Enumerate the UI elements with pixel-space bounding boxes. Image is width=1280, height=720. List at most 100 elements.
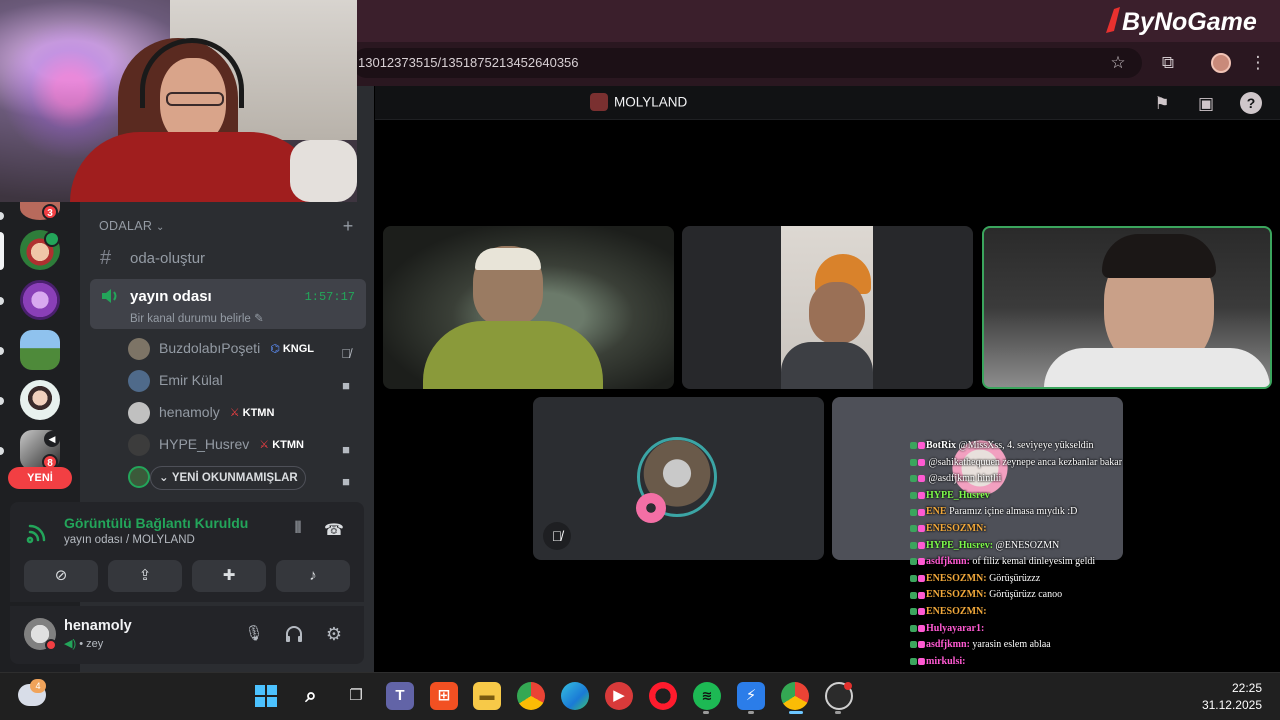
chat-message: HYPE_Husrev: @ENESOZMN (910, 538, 1280, 555)
server-icon[interactable] (20, 280, 60, 320)
video-tile[interactable] (383, 226, 674, 389)
mic-muted-icon: 🎙̸ (543, 522, 571, 550)
voice-status[interactable]: Görüntülü Bağlantı Kuruldu (64, 515, 248, 531)
category-header[interactable]: ODALAR ⌄ (99, 219, 165, 237)
video-tile-speaking[interactable] (982, 226, 1272, 389)
member-name: BuzdolabıPoşeti (159, 340, 261, 356)
flag-icon[interactable]: ⚑ (1150, 92, 1174, 116)
streamer-sweater (70, 132, 320, 202)
channel-item-oda-olustur[interactable]: # oda-oluştur (90, 244, 366, 274)
spotify-icon[interactable]: ≋ (693, 682, 721, 710)
start-icon[interactable] (252, 682, 280, 710)
weather-badge: 4 (30, 679, 46, 693)
member-avatar (128, 466, 150, 489)
gear-icon[interactable]: ⚙ (324, 624, 344, 644)
store-icon[interactable]: ⊞ (430, 682, 458, 710)
server-icon[interactable] (20, 330, 60, 370)
headphones-icon[interactable] (284, 624, 304, 644)
channel-item-yayin-odasi[interactable]: yayın odası 1:57:17 Bir kanal durumu bel… (90, 279, 366, 329)
unread-messages-pill[interactable]: ⌄ YENİ OKUNMAMIŞLAR (150, 466, 306, 490)
channel-status-hint[interactable]: Bir kanal durumu belirle ✎ (130, 311, 264, 325)
camera-off-icon: ⊘ (54, 567, 68, 584)
chrome-icon[interactable] (517, 682, 545, 710)
chat-badge-icon (918, 641, 925, 649)
chat-badge-icon (910, 558, 917, 566)
screen-share-icon: ⇪ (138, 567, 152, 584)
call-timer: 1:57:17 (304, 290, 355, 304)
video-tile[interactable] (682, 226, 973, 389)
video-off-button[interactable]: ⊘ (24, 560, 98, 592)
member-tag: ⚔ KTMN (229, 407, 275, 420)
search-icon[interactable]: ⌕ (297, 682, 325, 710)
teams-icon[interactable]: T (386, 682, 414, 710)
server-icon[interactable] (20, 380, 60, 420)
edge-icon[interactable] (561, 682, 589, 710)
chat-badge-icon (910, 458, 917, 466)
chat-message: @asdfjkmn hintlii (910, 471, 1280, 488)
create-channel-icon[interactable]: + (340, 217, 356, 235)
member-avatar (128, 434, 150, 457)
member-name: HYPE_Husrev (159, 436, 250, 452)
channel-label: oda-oluştur (130, 250, 206, 267)
chat-badge-icon (910, 491, 917, 499)
voice-member[interactable]: BuzdolabıPoşeti ⌬ KNGL 🎙̸ (128, 334, 364, 362)
profile-avatar[interactable] (1211, 53, 1231, 73)
voice-member[interactable]: Emir Külal ■ (128, 366, 364, 394)
help-icon[interactable]: ? (1240, 92, 1262, 114)
participant-cap (475, 248, 541, 270)
user-name[interactable]: henamoly (64, 618, 132, 634)
opera-icon[interactable] (649, 682, 677, 710)
member-tag: ⚔ KTMN (259, 439, 304, 452)
chat-badge-icon (918, 525, 925, 533)
chat-badge-icon (918, 558, 925, 566)
voice-member[interactable]: HYPE_Husrev ⚔ KTMN ■ (128, 430, 364, 458)
browser-menu-icon[interactable]: ⋮ (1246, 51, 1270, 75)
new-messages-pill[interactable]: YENİ (8, 467, 72, 489)
webcam-sofa (290, 140, 357, 202)
chat-badge-icon (918, 475, 925, 483)
url-field[interactable]: 13012373515/1351875213452640356 (352, 48, 1142, 78)
clock-date[interactable]: 31.12.2025 (1196, 698, 1262, 712)
chat-message: ENESOZMN: (910, 521, 1280, 538)
text-channel-icon: # (100, 247, 112, 269)
server-badge: 3 (42, 204, 58, 220)
chat-message: Hulyayarar1: (910, 621, 1280, 638)
avatar-tile[interactable]: 🎙̸ (533, 397, 824, 560)
app-icon[interactable]: ⚡ (737, 682, 765, 710)
chevron-down-icon: ⌄ (159, 472, 169, 484)
participant-hair (1102, 234, 1216, 278)
media-player-icon[interactable]: ▶ (605, 682, 633, 710)
popout-icon[interactable]: ▣ (1194, 92, 1218, 116)
participant-face (809, 282, 865, 344)
chat-badge-icon (910, 657, 917, 665)
chat-badge-icon (918, 608, 925, 616)
chat-username: ENESOZMN: (926, 589, 987, 601)
member-avatar (128, 402, 150, 425)
server-title[interactable]: MOLYLAND (590, 93, 687, 113)
activities-icon: ✚ (222, 567, 236, 584)
file-explorer-icon[interactable]: ▬ (473, 682, 501, 710)
extensions-icon[interactable]: ⧉ (1156, 51, 1180, 75)
task-view-icon[interactable]: ❐ (342, 682, 370, 710)
running-indicator (789, 711, 803, 714)
video-status-icon (44, 231, 60, 247)
chat-badge-icon (918, 574, 925, 582)
noise-suppression-icon[interactable]: ⦀ (287, 520, 309, 542)
voice-member[interactable]: henamoly ⚔ KTMN (128, 398, 364, 426)
chat-badge-icon (910, 624, 917, 632)
chat-badge-icon (910, 508, 917, 516)
chat-username: asdfjkmn: (926, 639, 970, 651)
disconnect-icon[interactable]: ☎ (323, 520, 345, 542)
activities-button[interactable]: ✚ (192, 560, 266, 592)
chrome-active-icon[interactable] (781, 682, 809, 710)
bookmark-star-icon[interactable]: ☆ (1106, 51, 1130, 75)
screen-share-button[interactable]: ⇪ (108, 560, 182, 592)
chat-username: ENE (926, 506, 947, 518)
microphone-icon[interactable]: 🎙 (244, 624, 264, 644)
connection-signal-icon[interactable] (26, 520, 50, 544)
chat-text: of filiz kemal dinleyesim geldi (972, 556, 1096, 568)
soundboard-button[interactable]: ♪ (276, 560, 350, 592)
pencil-icon: ✎ (254, 313, 264, 325)
clock-time[interactable]: 22:25 (1200, 681, 1262, 695)
voice-location[interactable]: yayın odası / MOLYLAND (64, 534, 195, 546)
